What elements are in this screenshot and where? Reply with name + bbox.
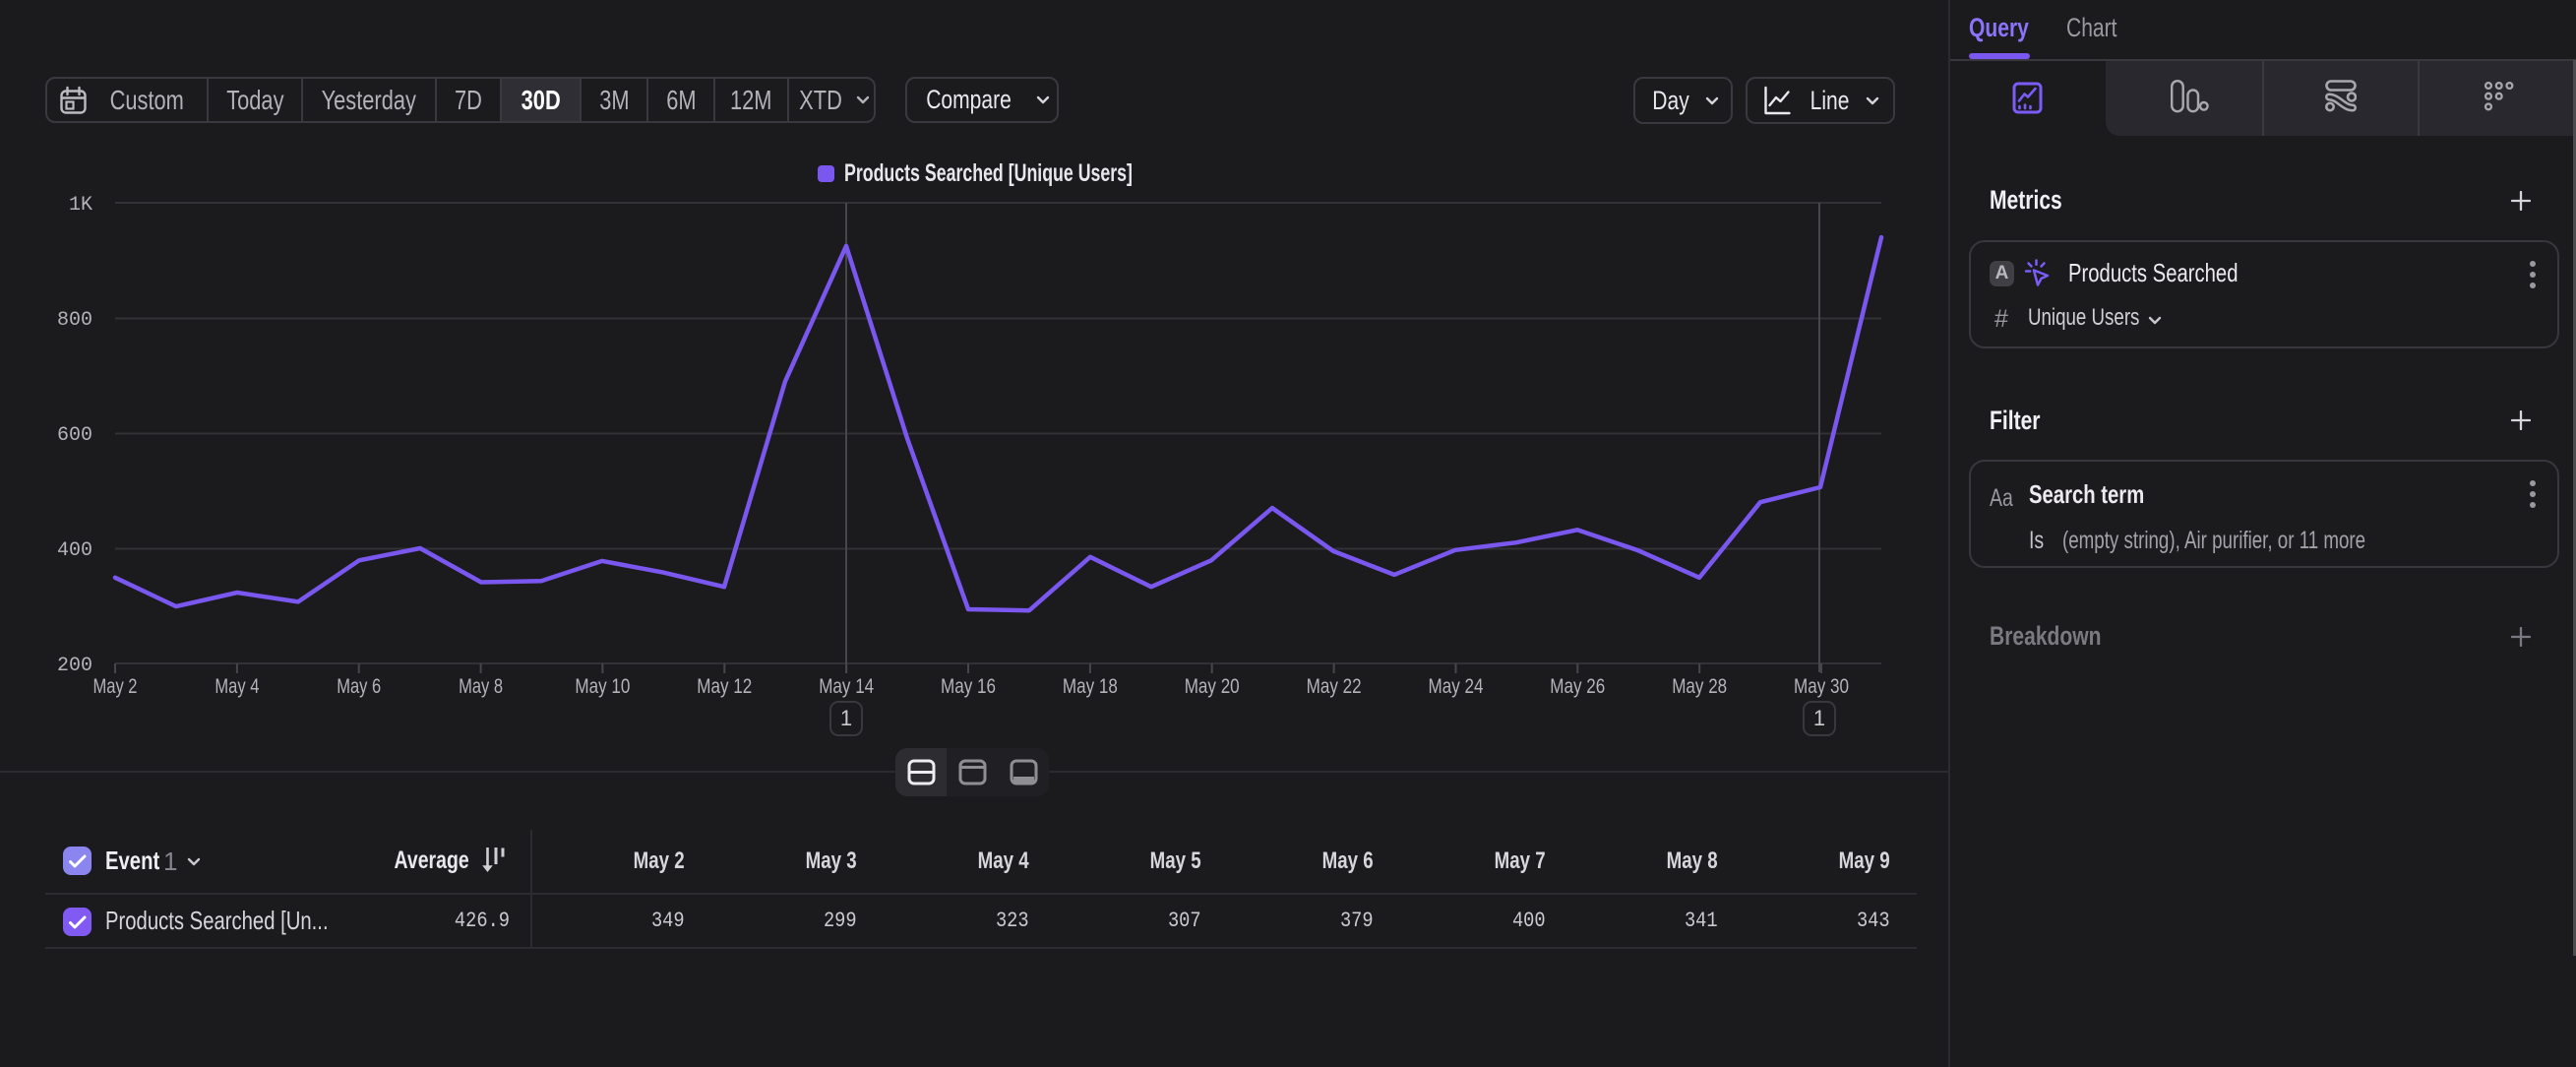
svg-text:May 6: May 6: [337, 675, 381, 698]
svg-text:400: 400: [57, 539, 92, 562]
svg-text:800: 800: [57, 309, 92, 332]
svg-text:May 12: May 12: [697, 675, 752, 698]
svg-text:May 16: May 16: [941, 675, 996, 698]
svg-text:1K: 1K: [69, 194, 92, 217]
svg-text:May 10: May 10: [575, 675, 630, 698]
svg-text:600: 600: [57, 424, 92, 447]
svg-text:May 4: May 4: [215, 675, 259, 698]
svg-text:May 20: May 20: [1185, 675, 1240, 698]
svg-text:May 30: May 30: [1794, 675, 1849, 698]
svg-text:May 28: May 28: [1672, 675, 1727, 698]
svg-text:200: 200: [57, 655, 92, 677]
svg-text:May 22: May 22: [1307, 675, 1362, 698]
svg-text:May 8: May 8: [459, 675, 503, 698]
svg-text:May 2: May 2: [93, 675, 138, 698]
svg-text:May 18: May 18: [1063, 675, 1118, 698]
svg-text:May 14: May 14: [819, 675, 874, 698]
svg-text:May 24: May 24: [1429, 675, 1484, 698]
svg-text:May 26: May 26: [1550, 675, 1605, 698]
